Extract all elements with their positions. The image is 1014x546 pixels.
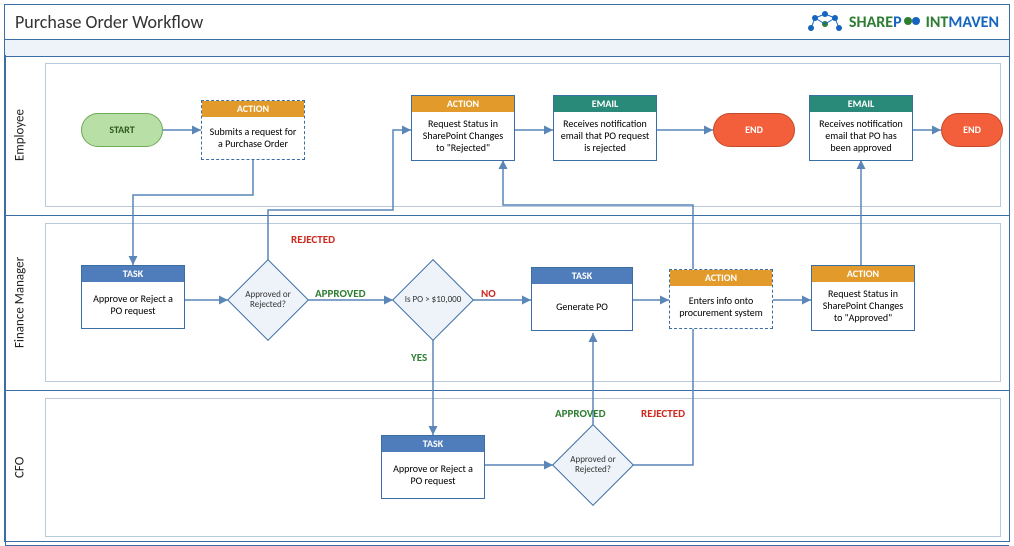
task-generate-po: TASK Generate PO [531,267,633,331]
decision-cfo-approved-rejected: Approved or Rejected? [553,425,633,505]
lane-label-employee: Employee [5,55,34,215]
lane-label-cfo: CFO [5,390,34,545]
label-approved-2: APPROVED [555,407,606,420]
decision-approved-rejected: Approved or Rejected? [228,260,308,340]
diagram-frame: Purchase Order Workflow SHAREPINTMAVEN [4,4,1010,542]
action-status-rejected: ACTION Request Status in SharePoint Chan… [411,95,515,161]
email-po-rejected: EMAIL Receives notification email that P… [553,95,657,161]
lane-label-finance: Finance Manager [5,215,34,390]
label-rejected-1: REJECTED [291,233,335,246]
start-node: START [81,113,163,147]
diagram-title: Purchase Order Workflow [15,11,203,33]
label-approved-1: APPROVED [315,287,366,300]
action-status-approved: ACTION Request Status in SharePoint Chan… [811,265,915,331]
diagram-canvas: START ACTION Submits a request for a Pur… [33,55,1009,541]
action-enter-procurement: ACTION Enters info onto procurement syst… [669,269,773,329]
label-no: NO [481,287,496,300]
end-node-rejected: END [713,113,795,147]
end-node-approved: END [941,113,1003,147]
email-po-approved: EMAIL Receives notification email that P… [809,95,913,161]
logo-icon [805,8,845,36]
action-submit-request: ACTION Submits a request for a Purchase … [201,100,305,160]
brand-logo: SHAREPINTMAVEN [805,8,999,36]
label-yes: YES [411,351,427,364]
task-approve-reject-po: TASK Approve or Reject a PO request [81,265,185,329]
decision-po-over-10k: Is PO > $10,000 [393,260,473,340]
title-bar: Purchase Order Workflow SHAREPINTMAVEN [5,5,1009,40]
swimlanes: Employee Finance Manager CFO [5,55,1009,541]
label-rejected-2: REJECTED [641,407,685,420]
task-cfo-approve-reject: TASK Approve or Reject a PO request [381,435,485,499]
